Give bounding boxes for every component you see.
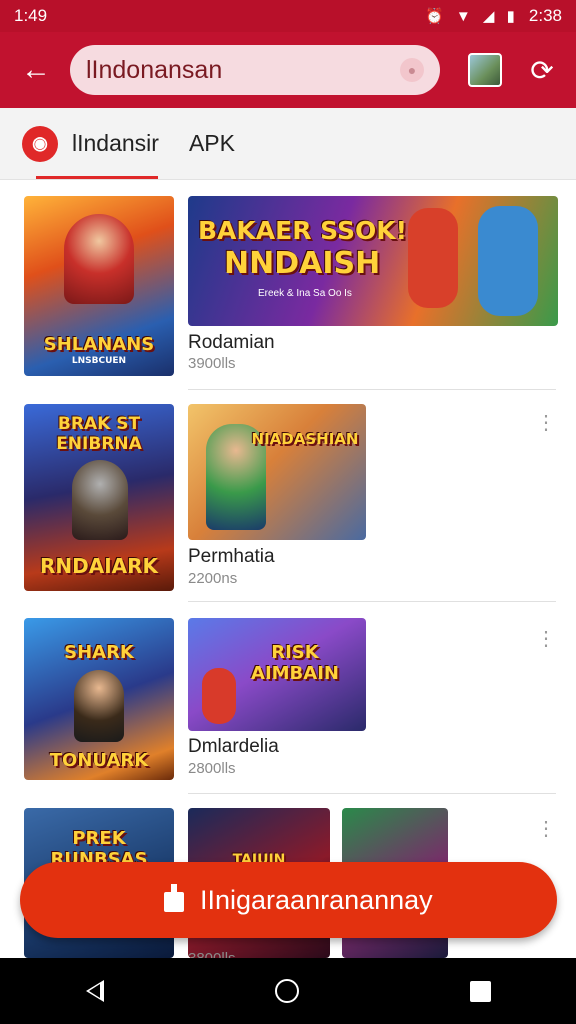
download-button-label: IInigaraanranannay <box>200 884 433 915</box>
search-value: lIndonansan <box>86 55 223 84</box>
download-button[interactable]: IInigaraanranannay <box>20 862 557 938</box>
app-logo-icon: ◉ <box>22 125 58 162</box>
game-thumbnail[interactable]: BRAK ST ENIBRNA RNDAIARK <box>24 404 174 591</box>
banner-title: BAKAER SSOK! <box>198 216 408 245</box>
thumb-subtitle: RNDAIARK <box>39 554 159 578</box>
status-icons: ⏰ ▼ ◢ ▮ <box>425 8 519 25</box>
thumb-title: BRAK ST ENIBRNA <box>56 414 142 454</box>
item-meta: 2200ns <box>188 570 238 587</box>
avatar[interactable] <box>468 53 502 87</box>
status-time-left: 1:49 <box>14 6 48 25</box>
item-title: Rodamian <box>188 332 275 353</box>
thumb-title: SHARK <box>64 642 134 663</box>
tab-title[interactable]: lIndansir <box>72 130 159 157</box>
more-options-icon[interactable]: ⋮ <box>536 626 556 652</box>
item-meta: 2800lls <box>188 760 236 777</box>
list-item[interactable]: BRAK ST ENIBRNA RNDAIARK NIADASHIAN ⋮ Pe… <box>0 390 576 602</box>
game-thumbnail[interactable]: SHLANANS LNSBCUEN <box>24 196 174 376</box>
tab-strip: ◉ lIndansir APK <box>0 108 576 180</box>
status-bar: 1:49 ⏰ ▼ ◢ ▮ 2:38 <box>0 0 576 32</box>
banner-subtitle: NNDAISH <box>224 246 381 281</box>
search-input[interactable]: lIndonansan ● <box>70 45 440 95</box>
nav-home-icon[interactable] <box>274 979 299 1003</box>
install-icon <box>164 884 184 912</box>
game-thumbnail[interactable]: SHARK TONUARK <box>24 618 174 780</box>
refresh-icon[interactable]: ⟳ <box>524 52 560 88</box>
game-banner[interactable]: BAKAER SSOK! NNDAISH Ereek & Ina Sa Oo I… <box>188 196 558 326</box>
character-art <box>74 670 124 742</box>
back-arrow-icon[interactable]: ← <box>14 48 58 92</box>
hero-figure <box>408 208 458 308</box>
character-art <box>72 460 128 540</box>
list-item[interactable]: SHLANANS LNSBCUEN BAKAER SSOK! NNDAISH E… <box>0 180 576 390</box>
more-options-icon[interactable]: ⋮ <box>536 410 556 436</box>
more-options-icon[interactable]: ⋮ <box>536 816 556 842</box>
tab-apk[interactable]: APK <box>189 130 235 157</box>
banner-title: NIADASHIAN <box>251 430 359 448</box>
tab-indicator <box>36 176 158 179</box>
character-art <box>64 214 134 304</box>
app-bar: ← lIndonansan ● ⟳ <box>0 32 576 108</box>
thumb-title: SHLANANS <box>43 334 155 355</box>
hero-figure <box>478 206 538 316</box>
item-title: Dmlardelia <box>188 736 279 757</box>
nav-recents-icon[interactable] <box>469 980 491 1002</box>
item-meta: 3900lls <box>188 355 236 372</box>
banner-caption: Ereek & Ina Sa Oo Is <box>258 288 352 299</box>
nav-back-icon[interactable] <box>85 980 104 1002</box>
list-item[interactable]: SHARK TONUARK RISK AIMBAIN ⋮ Dmlardelia … <box>0 602 576 794</box>
navigation-bar <box>0 958 576 1024</box>
item-title: Permhatia <box>188 546 275 567</box>
thumb-subtitle: LNSBCUEN <box>71 356 127 366</box>
thumb-subtitle: TONUARK <box>49 750 149 771</box>
banner-title: RISK AIMBAIN <box>251 642 339 684</box>
hero-figure <box>202 668 236 724</box>
status-time-right: 2:38 <box>528 6 562 25</box>
game-banner[interactable]: NIADASHIAN <box>188 404 366 540</box>
game-banner[interactable]: RISK AIMBAIN <box>188 618 366 731</box>
person-icon[interactable]: ● <box>400 58 424 82</box>
